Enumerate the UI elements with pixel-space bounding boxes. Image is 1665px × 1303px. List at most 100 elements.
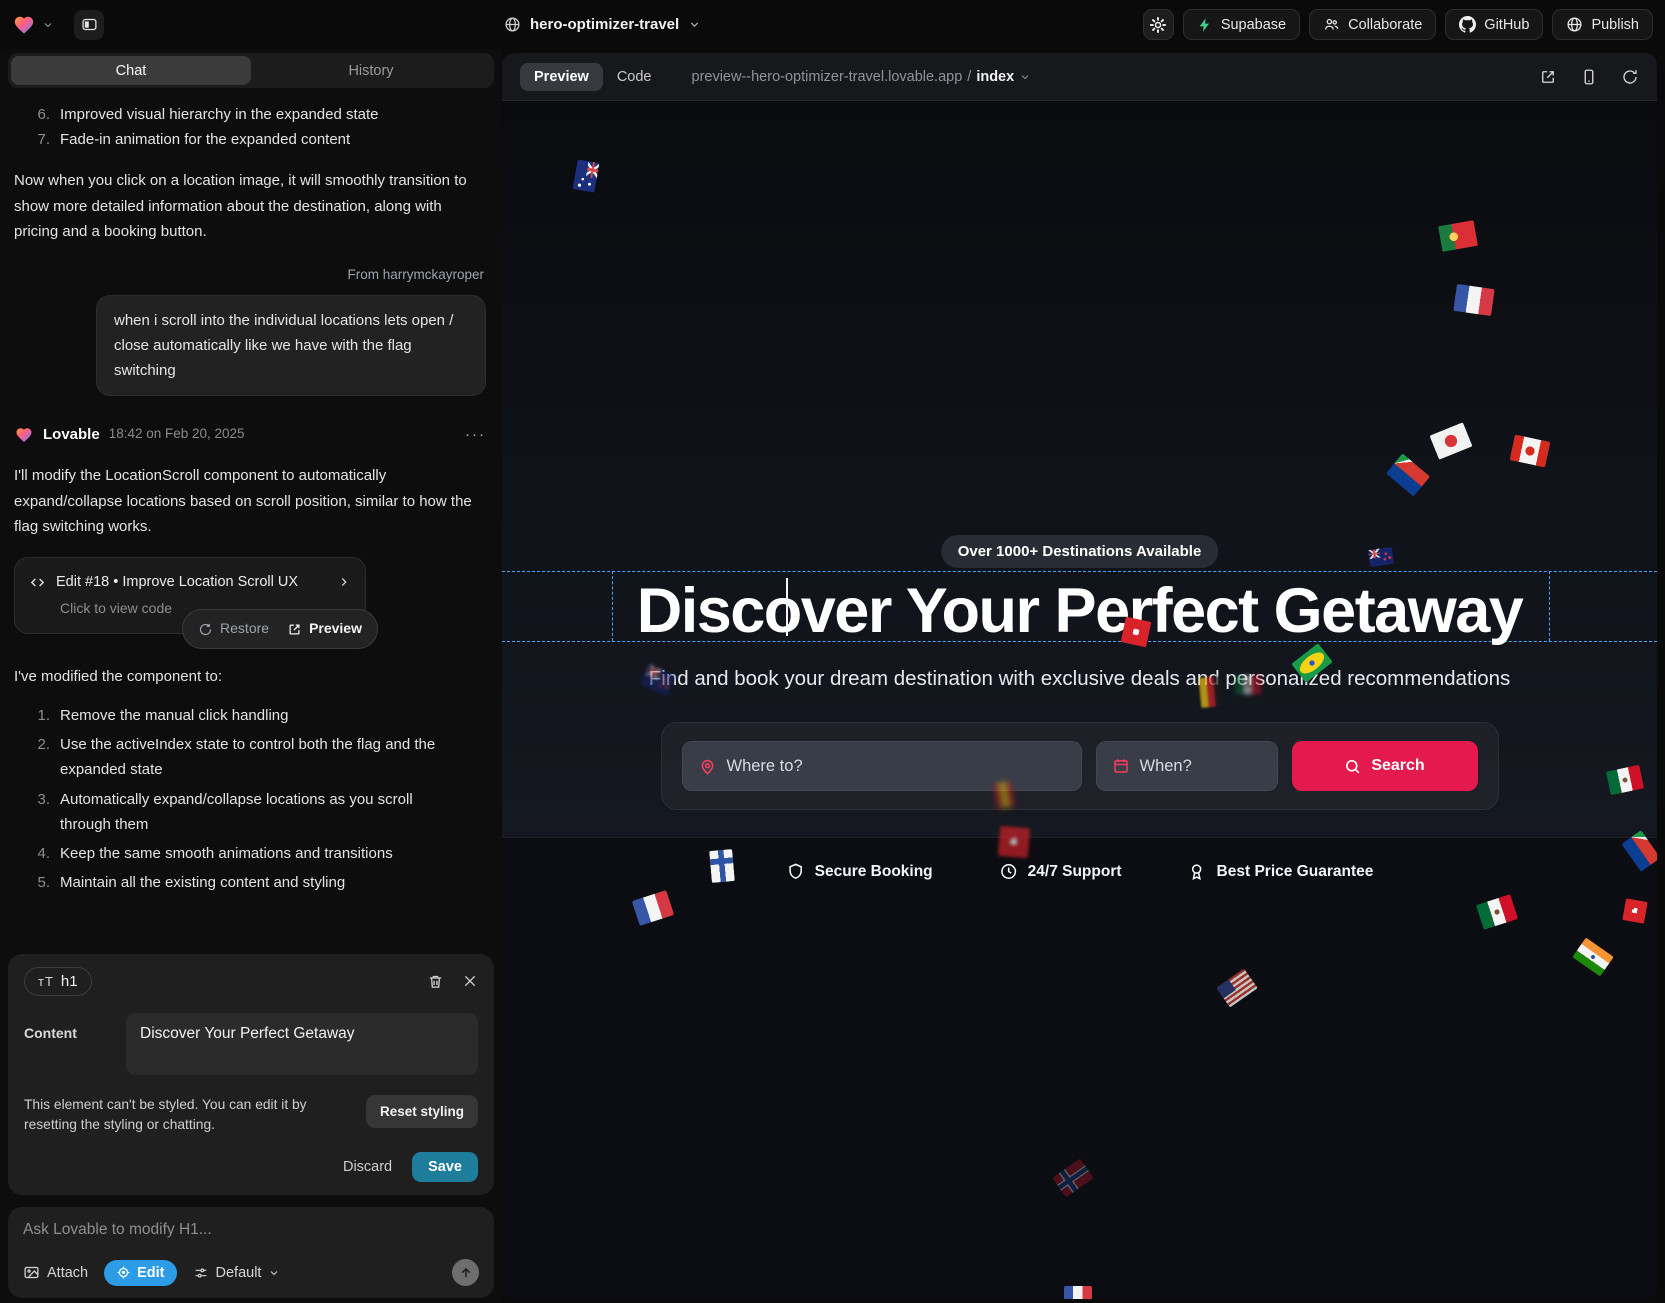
message-actions-pill: Restore Preview [182,609,378,649]
tab-preview[interactable]: Preview [520,63,603,91]
user-message-bubble: when i scroll into the individual locati… [96,295,486,397]
publish-button[interactable]: Publish [1552,9,1653,40]
preview-viewport[interactable]: Over 1000+ Destinations Available Discov… [502,101,1657,1299]
where-input[interactable]: Where to? [682,741,1082,791]
when-input[interactable]: When? [1096,741,1278,791]
flag-fr-icon [1453,284,1494,316]
image-icon [23,1264,40,1281]
list-item: 5.Maintain all the existing content and … [14,870,466,895]
save-button[interactable]: Save [412,1152,478,1182]
tab-code[interactable]: Code [603,63,666,91]
topbar-actions: Supabase Collaborate GitHub Publish [1143,9,1653,40]
project-chevron-down-icon [688,18,701,31]
target-icon [116,1265,131,1280]
chat-mode-selector[interactable]: Default [193,1265,281,1281]
type-icon: тT [38,974,54,989]
flag-no-icon [1052,1158,1094,1197]
list-item: 6.Improved visual hierarchy in the expan… [14,102,486,127]
preview-button[interactable]: Preview [287,617,362,641]
feature-best-price: Best Price Guarantee [1188,862,1374,881]
collaborate-button[interactable]: Collaborate [1309,9,1436,40]
edit-card-title: Edit #18 • Improve Location Scroll UX [56,570,298,594]
tab-history[interactable]: History [251,56,491,85]
calendar-icon [1112,757,1130,775]
list-item: 7.Fade-in animation for the expanded con… [14,127,486,152]
panel-toggle-icon [81,16,98,33]
project-selector[interactable]: hero-optimizer-travel [504,16,701,33]
when-placeholder: When? [1140,757,1192,776]
attach-button[interactable]: Attach [23,1264,88,1281]
flag-ch-icon [1121,617,1152,648]
search-button[interactable]: Search [1292,741,1478,791]
sidebar-tabs: Chat History [8,53,494,88]
logo-chevron-down-icon[interactable] [42,19,54,31]
preview-url[interactable]: preview--hero-optimizer-travel.lovable.a… [692,69,1032,85]
refresh-icon [1621,68,1639,86]
assistant-header: Lovable 18:42 on Feb 20, 2025 ··· [14,422,486,447]
lovable-logo-icon[interactable] [12,14,36,36]
flag-mx-icon [1235,676,1261,695]
open-in-new-tab-button[interactable] [1539,68,1557,86]
flag-in-icon [1572,937,1614,976]
collaborate-label: Collaborate [1348,17,1422,33]
edit-mode-pill[interactable]: Edit [104,1260,176,1286]
content-label: Content [24,1013,112,1075]
destinations-badge: Over 1000+ Destinations Available [941,535,1219,568]
delete-element-button[interactable] [427,973,444,990]
features-row: Secure Booking 24/7 Support Best Price G… [786,862,1374,881]
element-editor-panel: тT h1 Content Discover Your Perfect Geta… [8,954,494,1195]
flag-mx-icon [1476,894,1518,930]
reset-styling-button[interactable]: Reset styling [366,1095,478,1128]
element-tag-label: h1 [61,973,78,990]
external-link-icon [1539,68,1557,86]
message-timestamp: 18:42 on Feb 20, 2025 [109,423,245,446]
collaborate-icon [1323,16,1340,33]
search-card: Where to? When? Search [661,722,1499,810]
mobile-icon [1580,68,1598,86]
flag-ch-icon [1622,898,1647,923]
restore-button[interactable]: Restore [198,617,269,641]
github-button[interactable]: GitHub [1445,9,1543,40]
hero-title[interactable]: Discover Your Perfect Getaway [637,575,1523,647]
list-item: 1.Remove the manual click handling [14,703,466,728]
flag-us-icon [1216,968,1258,1007]
supabase-button[interactable]: Supabase [1183,9,1300,40]
list-item: 4.Keep the same smooth animations and tr… [14,841,466,866]
edit-card-wrap: Edit #18 • Improve Location Scroll UX Cl… [14,557,366,634]
chevron-right-icon [337,575,351,589]
feature-support: 24/7 Support [999,862,1122,881]
tab-chat[interactable]: Chat [11,56,251,85]
close-editor-button[interactable] [462,973,478,989]
flag-de-icon [1199,676,1224,708]
flag-ch-icon [998,826,1031,859]
message-menu-button[interactable]: ··· [465,422,486,447]
search-icon [1344,758,1361,775]
content-textarea[interactable]: Discover Your Perfect Getaway [126,1013,478,1075]
gear-icon [1149,16,1167,34]
element-tag-pill[interactable]: тT h1 [24,967,92,996]
from-label: From harrymckayroper [14,264,486,287]
list-item: 3.Automatically expand/collapse location… [14,787,466,837]
settings-button[interactable] [1143,9,1174,40]
send-button[interactable] [452,1259,479,1286]
chat-input[interactable]: Ask Lovable to modify H1... [23,1221,479,1239]
numbered-list-top: 6.Improved visual hierarchy in the expan… [14,102,486,152]
numbered-list-bottom: 1.Remove the manual click handling2.Use … [14,703,486,895]
chat-scroll-area[interactable]: 6.Improved visual hierarchy in the expan… [0,88,502,944]
assistant-paragraph: Now when you click on a location image, … [14,168,486,244]
award-icon [1188,862,1207,881]
github-label: GitHub [1484,17,1529,33]
arrow-up-icon [459,1266,473,1280]
close-icon [462,973,478,989]
clock-icon [999,862,1018,881]
mobile-view-button[interactable] [1580,68,1598,86]
chat-sidebar: Chat History 6.Improved visual hierarchy… [0,49,502,1303]
restore-icon [198,622,213,637]
main-split: Chat History 6.Improved visual hierarchy… [0,49,1665,1303]
toggle-sidebar-button[interactable] [74,10,104,40]
feature-secure-booking: Secure Booking [786,862,933,881]
url-host: preview--hero-optimizer-travel.lovable.a… [692,69,963,85]
refresh-button[interactable] [1621,68,1639,86]
assistant-paragraph: I've modified the component to: [14,664,486,689]
discard-button[interactable]: Discard [343,1159,392,1175]
